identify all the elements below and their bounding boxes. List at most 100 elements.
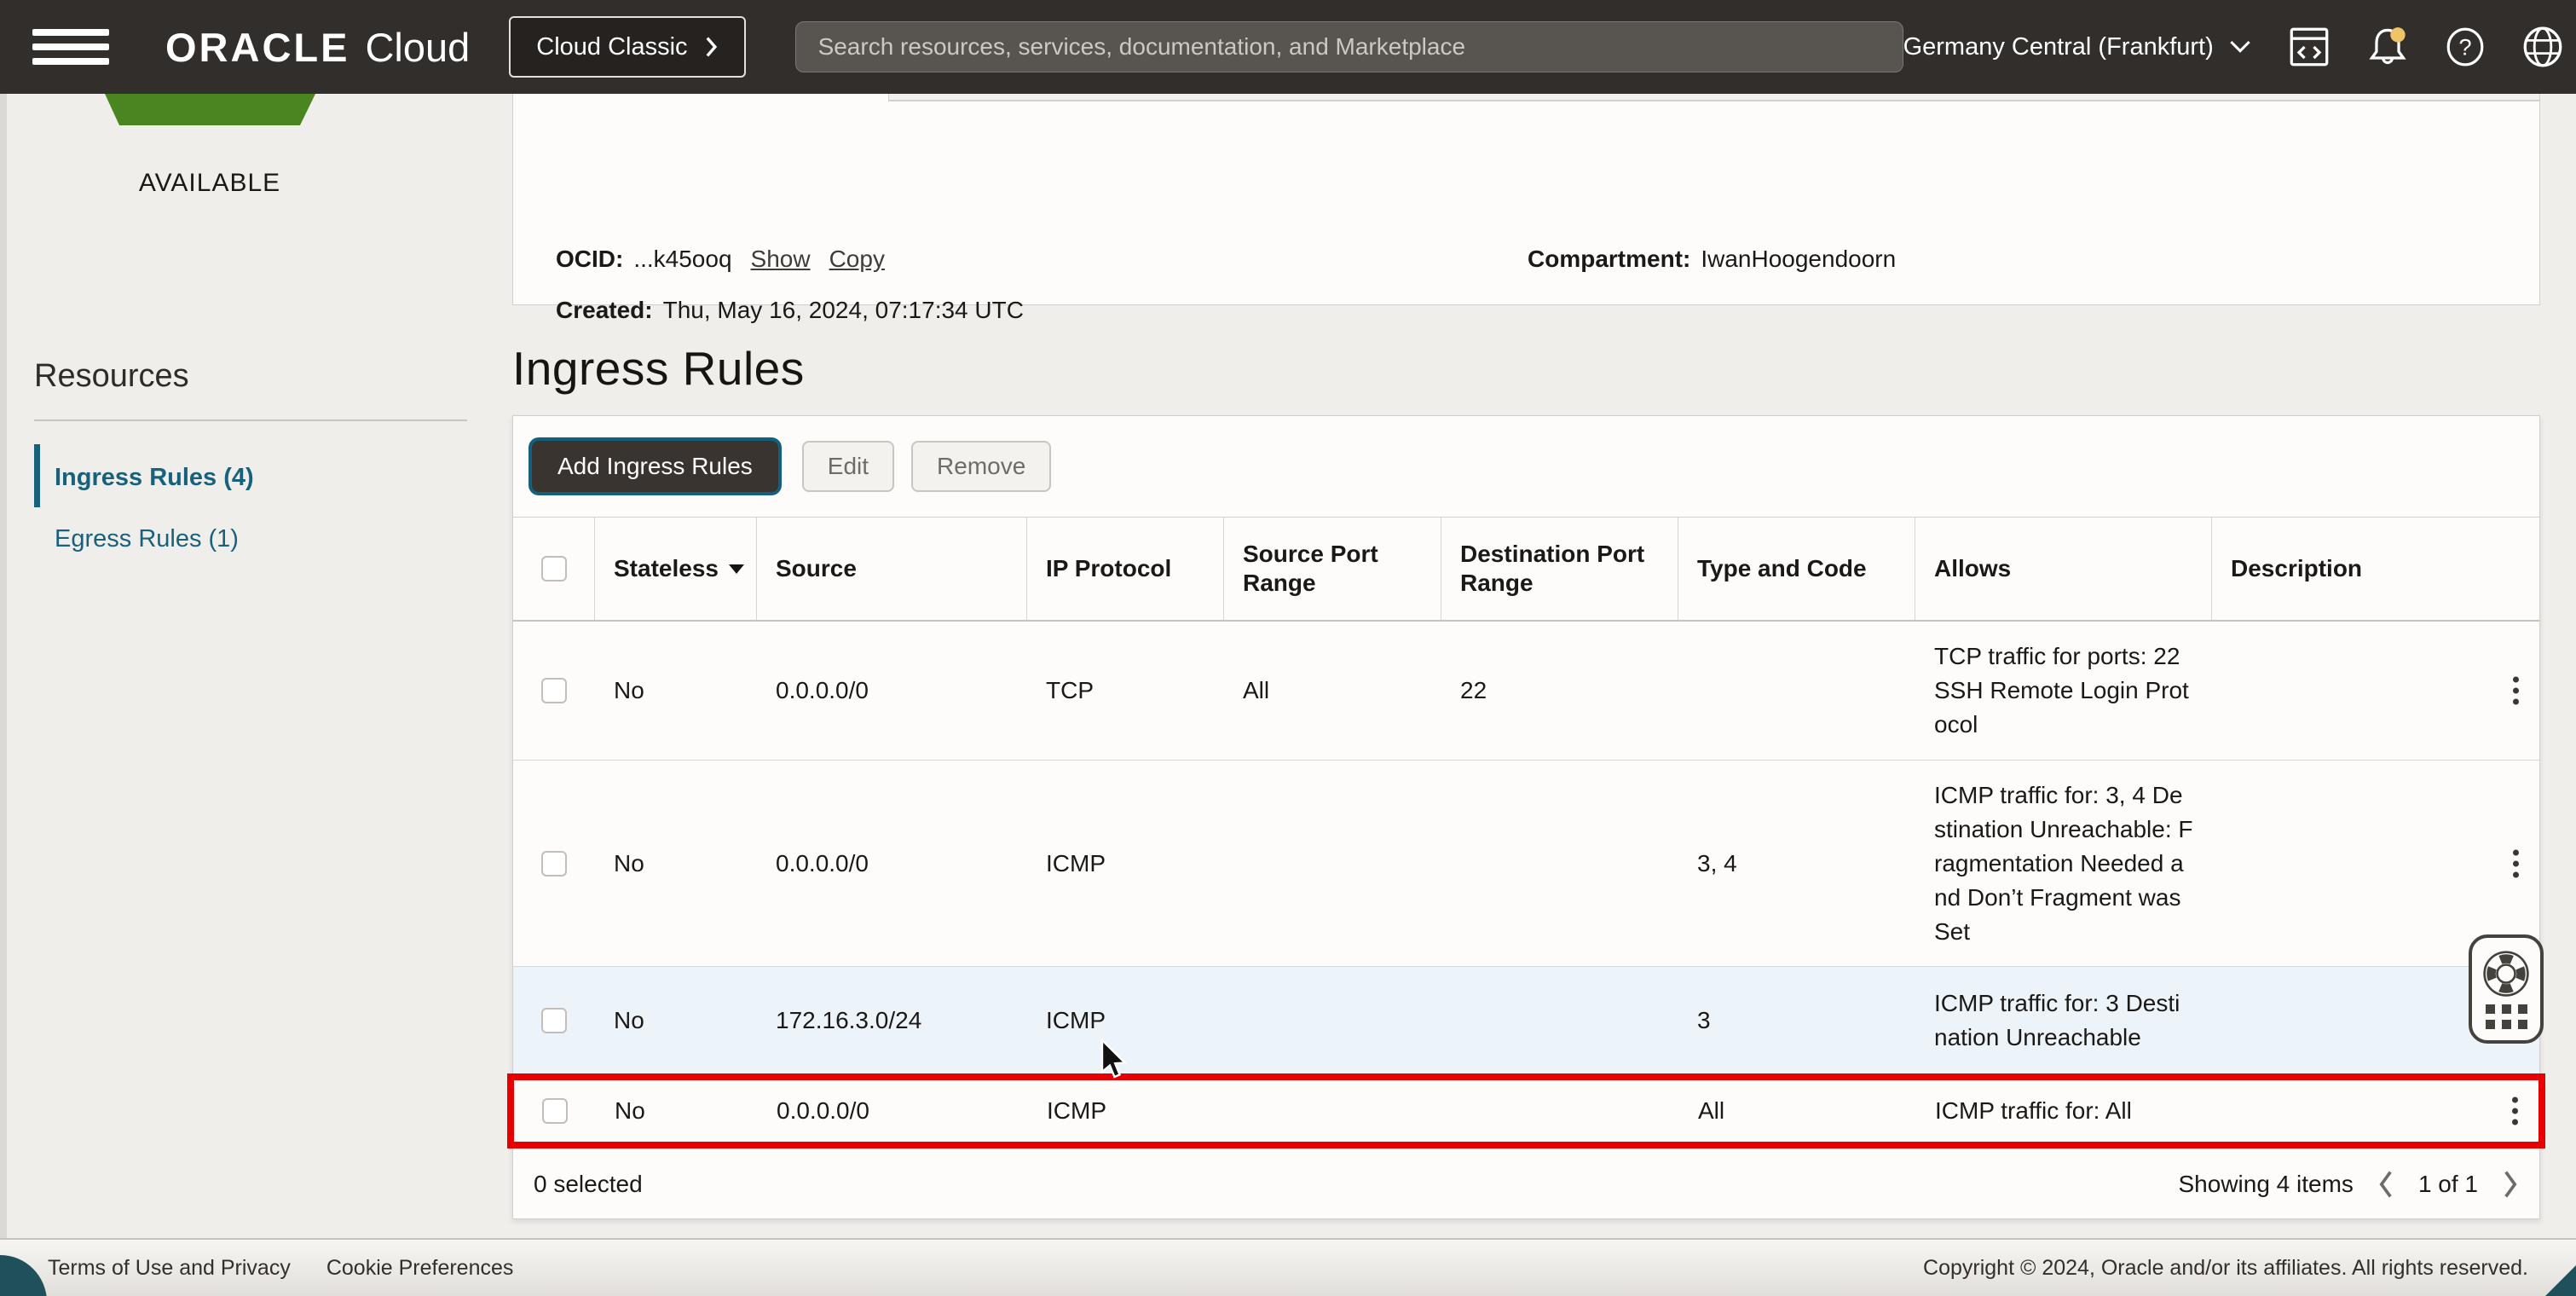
language-globe-icon[interactable] [2522,26,2563,67]
ingress-rule-row: No 172.16.3.0/24 ICMP 3 ICMP traffic for: 3 … [513,967,2539,1073]
column-header-stateless[interactable]: Stateless [595,518,757,620]
column-header-label: Source Port Range [1243,541,1378,596]
help-icon[interactable]: ? [2446,26,2485,67]
support-launcher-widget [2469,934,2544,1044]
search-input[interactable] [794,21,1903,72]
table-header-row: Stateless Source IP Protocol Source Port Ra… [513,518,2539,622]
annotation-highlight-box: No 0.0.0.0/0 ICMP All ICMP traffic for: All [507,1073,2545,1148]
created-value: Thu, May 16, 2024, 07:17:34 UTC [662,297,1024,323]
ingress-rule-row: No 0.0.0.0/0 ICMP 3, 4 ICMP traffic for: 3, … [513,761,2539,967]
column-header-label: Stateless [614,555,719,581]
row-checkbox[interactable] [541,678,567,703]
column-header-label: Type and Code [1697,555,1867,581]
window-left-edge [0,94,7,1296]
column-header-allows: Allows [1915,518,2212,620]
row-actions-kebab-icon[interactable] [2508,672,2524,710]
row-select-cell [514,1098,596,1124]
notifications-bell-icon[interactable] [2367,26,2408,68]
resources-title: Resources [34,358,189,394]
cloud-classic-button[interactable]: Cloud Classic [509,16,746,78]
select-all-checkbox[interactable] [540,556,567,581]
cell-type-and-code: All [1698,1097,1725,1124]
cell-type-and-code: 3 [1697,1006,1711,1033]
active-item-indicator [34,444,40,507]
copyright-text: Copyright © 2024, Oracle and/or its affi… [1923,1255,2528,1280]
ocid-show-link[interactable]: Show [751,246,811,273]
cell-stateless: No [614,677,644,703]
next-page-icon[interactable] [2502,1170,2519,1199]
select-all-cell [513,518,595,620]
topbar-actions: Germany Central (Frankfurt) ? [1903,26,2576,68]
edit-button[interactable]: Edit [801,441,895,492]
column-header-label: Allows [1934,555,2012,581]
tab-bar-edge [888,94,2539,101]
chevron-down-icon [2230,41,2250,53]
region-selector[interactable]: Germany Central (Frankfurt) [1903,33,2251,61]
ocid-value: ...k45ooq [633,246,732,272]
row-actions-kebab-icon[interactable] [2508,844,2524,882]
cell-source: 0.0.0.0/0 [776,677,869,703]
global-search [794,21,1903,72]
created-label: Created: [556,297,653,323]
ocid-row: OCID: ...k45ooq Show Copy [556,246,885,273]
cell-stateless: No [614,1006,644,1033]
cell-source: 172.16.3.0/24 [776,1006,922,1033]
column-header-label: Source [776,555,857,581]
selected-count: 0 selected [534,1171,643,1197]
remove-button[interactable]: Remove [911,441,1052,492]
developer-tools-icon[interactable] [2289,26,2330,67]
column-header-label: IP Protocol [1046,555,1172,581]
sidebar-divider [34,419,467,421]
compartment-value: IwanHoogendoorn [1701,246,1897,272]
row-checkbox[interactable] [542,1098,568,1124]
cell-allows: ICMP traffic for: All [1935,1097,2132,1124]
row-select-cell [513,1007,595,1033]
resource-details-card: OCID: ...k45ooq Show Copy Compartment: I… [512,94,2540,323]
compartment-row: Compartment: IwanHoogendoorn [1528,246,1896,273]
cell-type-and-code: 3, 4 [1697,849,1737,877]
cookie-preferences-link[interactable]: Cookie Preferences [326,1256,514,1281]
table-footer: 0 selected Showing 4 items 1 of 1 [513,1148,2539,1220]
status-badge: AVAILABLE [138,169,281,197]
column-header-ip-protocol: IP Protocol [1027,518,1224,620]
row-select-cell [513,678,595,703]
add-ingress-rules-button[interactable]: Add Ingress Rules [532,441,778,492]
cell-destination-port-range: 22 [1460,677,1487,703]
logo-cloud-text: Cloud [365,24,471,70]
row-checkbox[interactable] [541,1007,567,1033]
ingress-rules-card: Add Ingress Rules Edit Remove Stateless S… [507,415,2545,1220]
column-header-label: Destination Port Range [1460,541,1645,596]
cell-ip-protocol: ICMP [1047,1097,1106,1124]
column-header-type-and-code: Type and Code [1678,518,1915,620]
row-checkbox[interactable] [541,850,567,877]
terms-link[interactable]: Terms of Use and Privacy [48,1256,291,1281]
row-select-cell [513,850,595,877]
drag-grid-icon[interactable] [2485,1004,2527,1029]
page-footer: Terms of Use and Privacy Cookie Preferen… [0,1238,2576,1296]
sidebar-item-egress-rules[interactable]: Egress Rules (1) [55,525,239,553]
ingress-rule-row: No 0.0.0.0/0 TCP All 22 TCP traffic for ports… [513,622,2539,761]
column-header-source-port-range: Source Port Range [1224,518,1441,620]
column-header-source: Source [757,518,1027,620]
corner-decoration-shape [2545,1265,2576,1296]
cell-source: 0.0.0.0/0 [777,1097,869,1124]
sidebar-item-ingress-rules[interactable]: Ingress Rules (4) [55,464,254,492]
ingress-rule-row: No 0.0.0.0/0 ICMP All ICMP traffic for: All [514,1080,2538,1142]
lifebuoy-help-icon[interactable] [2482,950,2530,998]
svg-text:?: ? [2458,33,2471,60]
column-header-label: Description [2231,555,2363,581]
created-row: Created: Thu, May 16, 2024, 07:17:34 UTC [556,297,1024,324]
sort-descending-icon [728,564,744,574]
cell-source: 0.0.0.0/0 [776,849,869,877]
oracle-cloud-logo[interactable]: ORACLE Cloud [165,24,470,71]
hamburger-menu-icon[interactable] [32,29,109,65]
region-label: Germany Central (Frankfurt) [1903,32,2214,61]
previous-page-icon[interactable] [2377,1170,2394,1199]
page-title: Ingress Rules [512,342,805,395]
cloud-classic-label: Cloud Classic [536,32,688,61]
ocid-label: OCID: [556,246,624,272]
row-actions-kebab-icon[interactable] [2507,1092,2523,1131]
ocid-copy-link[interactable]: Copy [829,246,885,273]
compartment-label: Compartment: [1528,246,1691,272]
cell-ip-protocol: ICMP [1046,1006,1106,1033]
